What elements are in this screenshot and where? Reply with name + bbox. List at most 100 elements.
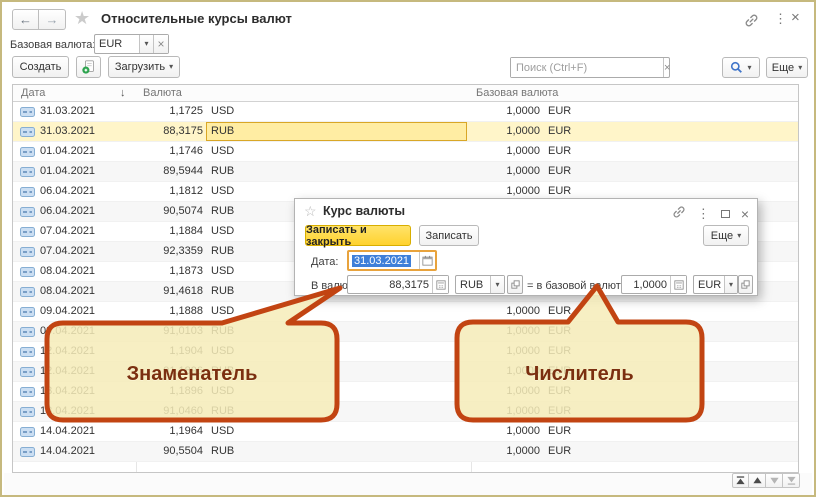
table-header: Дата ↓ Валюта Базовая валюта bbox=[13, 85, 798, 102]
chevron-down-icon: ▾ bbox=[737, 232, 741, 240]
menu-dots-icon[interactable]: ⋮ bbox=[774, 12, 787, 25]
cell-rate[interactable]: 1,1812 bbox=[68, 182, 203, 201]
copy-button[interactable] bbox=[76, 56, 101, 78]
cell-currency[interactable]: RUB bbox=[211, 162, 234, 181]
clear-icon: × bbox=[157, 38, 164, 50]
record-icon bbox=[20, 266, 35, 277]
cell-base-currency[interactable]: EUR bbox=[548, 122, 571, 141]
go-down-button[interactable] bbox=[766, 473, 783, 488]
table-row[interactable]: 31.03.2021 88,3175 RUB 1,0000 EUR bbox=[13, 122, 798, 142]
record-icon bbox=[20, 186, 35, 197]
date-field[interactable]: 31.03.2021 bbox=[347, 250, 437, 271]
clear-icon: × bbox=[664, 62, 670, 74]
cell-base-currency[interactable]: EUR bbox=[548, 442, 571, 461]
in-currency-field[interactable]: 88,3175 bbox=[347, 275, 449, 294]
search-clear-button[interactable]: × bbox=[663, 58, 670, 77]
calendar-button[interactable] bbox=[419, 252, 435, 269]
favorite-star-icon[interactable]: ☆ bbox=[304, 203, 317, 220]
record-icon bbox=[20, 146, 35, 157]
save-button[interactable]: Записать bbox=[419, 225, 479, 246]
cell-currency[interactable]: RUB bbox=[211, 122, 234, 141]
cell-base-rate[interactable]: 1,0000 bbox=[408, 142, 540, 161]
cell-base-currency[interactable]: EUR bbox=[548, 162, 571, 181]
table-row[interactable]: 14.04.2021 1,1964 USD 1,0000 EUR bbox=[13, 422, 798, 442]
cell-base-rate[interactable]: 1,0000 bbox=[408, 162, 540, 181]
link-icon[interactable] bbox=[744, 13, 759, 31]
date-value[interactable]: 31.03.2021 bbox=[352, 255, 411, 267]
cell-currency[interactable]: USD bbox=[211, 262, 234, 281]
date-label: Дата: bbox=[311, 256, 338, 268]
go-up-button[interactable] bbox=[749, 473, 766, 488]
go-first-icon bbox=[735, 475, 746, 486]
calculator-icon bbox=[436, 280, 446, 290]
base-currency-value[interactable]: EUR bbox=[95, 35, 139, 53]
cell-currency[interactable]: USD bbox=[211, 142, 234, 161]
maximize-icon[interactable] bbox=[721, 210, 730, 218]
calculator-button[interactable] bbox=[432, 276, 448, 293]
chevron-down-icon: ▾ bbox=[169, 63, 173, 71]
cell-rate[interactable]: 90,5074 bbox=[68, 202, 203, 221]
cell-currency[interactable]: RUB bbox=[211, 242, 234, 261]
link-icon[interactable] bbox=[672, 205, 686, 222]
record-icon bbox=[20, 406, 35, 417]
column-header-currency[interactable]: Валюта bbox=[143, 85, 182, 101]
chevron-down-icon: ▾ bbox=[144, 40, 148, 48]
column-header-base-currency[interactable]: Базовая валюта bbox=[476, 85, 558, 101]
column-header-date[interactable]: Дата bbox=[21, 85, 45, 101]
table-row[interactable]: 01.04.2021 1,1746 USD 1,0000 EUR bbox=[13, 142, 798, 162]
cell-currency[interactable]: RUB bbox=[211, 442, 234, 461]
close-form-icon[interactable]: × bbox=[791, 9, 800, 26]
record-icon bbox=[20, 386, 35, 397]
nav-history-group: ← → bbox=[12, 9, 66, 30]
cell-base-rate[interactable]: 1,0000 bbox=[408, 102, 540, 121]
cell-currency[interactable]: USD bbox=[211, 182, 234, 201]
close-dialog-icon[interactable]: × bbox=[741, 206, 749, 222]
favorite-star-icon[interactable]: ★ bbox=[74, 8, 90, 29]
cell-rate[interactable]: 1,1746 bbox=[68, 142, 203, 161]
load-button[interactable]: Загрузить▾ bbox=[108, 56, 180, 78]
status-area bbox=[4, 473, 812, 495]
cell-rate[interactable]: 92,3359 bbox=[68, 242, 203, 261]
go-first-button[interactable] bbox=[732, 473, 749, 488]
record-icon bbox=[20, 446, 35, 457]
numerator-callout-label: Числитель bbox=[457, 363, 702, 386]
cell-currency[interactable]: USD bbox=[211, 222, 234, 241]
cell-currency[interactable]: USD bbox=[211, 102, 234, 121]
go-last-button[interactable] bbox=[783, 473, 800, 488]
dialog-more-button[interactable]: Еще▾ bbox=[703, 225, 749, 246]
row-navigation-group bbox=[732, 473, 800, 488]
forward-button[interactable]: → bbox=[39, 9, 66, 30]
app-window: ← → ★ Относительные курсы валют ⋮ × Базо… bbox=[0, 0, 816, 497]
forward-icon: → bbox=[46, 12, 59, 27]
search-button[interactable]: ▾ bbox=[722, 57, 760, 78]
back-button[interactable]: ← bbox=[12, 9, 39, 30]
base-currency-dropdown-button[interactable]: ▾ bbox=[139, 35, 153, 53]
search-input[interactable] bbox=[511, 58, 663, 77]
back-icon: ← bbox=[19, 12, 32, 27]
cell-base-currency[interactable]: EUR bbox=[548, 142, 571, 161]
cell-currency[interactable]: RUB bbox=[211, 202, 234, 221]
down-icon bbox=[769, 475, 780, 486]
cell-base-currency[interactable]: EUR bbox=[548, 102, 571, 121]
more-button[interactable]: Еще▾ bbox=[766, 57, 808, 78]
menu-dots-icon[interactable]: ⋮ bbox=[697, 207, 710, 220]
table-row[interactable]: 14.04.2021 90,5504 RUB 1,0000 EUR bbox=[13, 442, 798, 462]
cell-base-rate[interactable]: 1,0000 bbox=[408, 442, 540, 461]
cell-rate[interactable]: 89,5944 bbox=[68, 162, 203, 181]
table-row[interactable]: 01.04.2021 89,5944 RUB 1,0000 EUR bbox=[13, 162, 798, 182]
in-currency-value[interactable]: 88,3175 bbox=[348, 276, 432, 293]
cell-base-rate[interactable]: 1,0000 bbox=[408, 122, 540, 141]
record-icon bbox=[20, 126, 35, 137]
base-currency-combo[interactable]: EUR ▾ × bbox=[94, 34, 169, 54]
cell-rate[interactable]: 88,3175 bbox=[68, 122, 203, 141]
create-button[interactable]: Создать bbox=[12, 56, 69, 78]
save-close-button[interactable]: Записать и закрыть bbox=[305, 225, 411, 246]
table-row[interactable]: 31.03.2021 1,1725 USD 1,0000 EUR bbox=[13, 102, 798, 122]
cell-rate[interactable]: 1,1725 bbox=[68, 102, 203, 121]
cell-rate[interactable]: 1,1873 bbox=[68, 262, 203, 281]
sort-desc-icon[interactable]: ↓ bbox=[120, 85, 126, 101]
currency-rate-dialog: ☆ Курс валюты ⋮ × Записать и закрыть Зап… bbox=[294, 198, 758, 296]
cell-rate[interactable]: 90,5504 bbox=[68, 442, 203, 461]
cell-rate[interactable]: 1,1884 bbox=[68, 222, 203, 241]
base-currency-clear-button[interactable]: × bbox=[153, 35, 168, 53]
